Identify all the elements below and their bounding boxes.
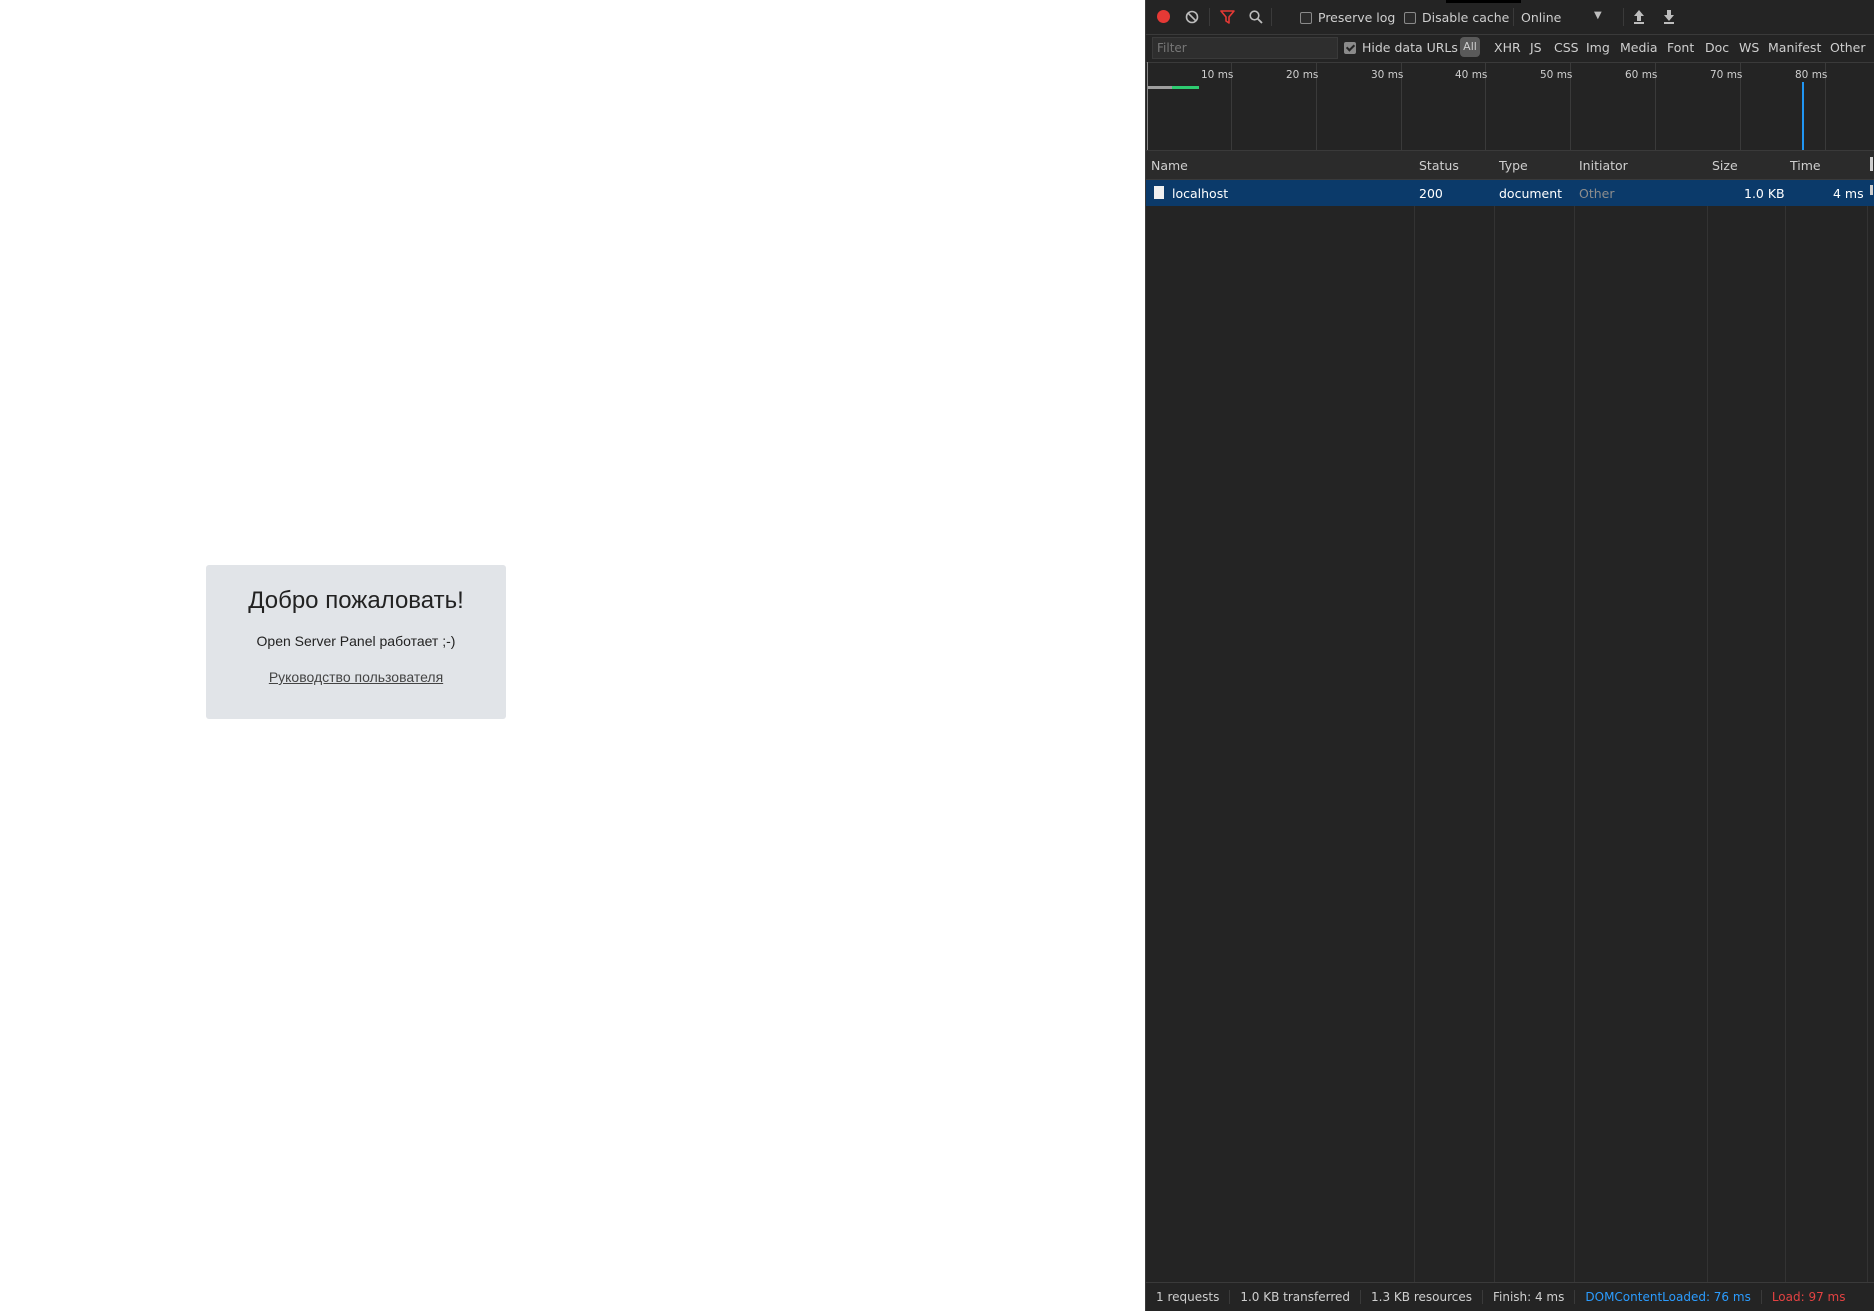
timeline-tick-label: 10 ms <box>1201 69 1234 81</box>
upload-icon <box>1634 10 1644 24</box>
timeline-tick-label: 20 ms <box>1286 69 1319 81</box>
import-har-button[interactable] <box>1632 9 1646 24</box>
dom-content-loaded-marker <box>1802 82 1804 150</box>
requests-table: Name Status Type Initiator Size Time loc… <box>1146 151 1874 1283</box>
checkbox-box <box>1300 11 1312 24</box>
table-row[interactable]: localhost 200 document Other 1.0 KB 4 ms <box>1146 180 1874 206</box>
divider <box>1513 8 1514 26</box>
welcome-text: Open Server Panel работает ;-) <box>256 633 456 649</box>
devtools-network-panel: Preserve log Disable cache Online ▼ Hide… <box>1145 0 1874 1311</box>
preserve-log-label: Preserve log <box>1318 10 1396 25</box>
divider <box>1623 8 1624 26</box>
type-filter-css[interactable]: CSS <box>1554 40 1579 55</box>
summary-load: Load: 97 ms <box>1771 1290 1846 1304</box>
type-filter-img[interactable]: Img <box>1586 40 1610 55</box>
export-har-button[interactable] <box>1662 9 1676 24</box>
clear-button[interactable] <box>1185 10 1199 24</box>
request-waiting-bar <box>1148 86 1172 89</box>
throttling-value: Online <box>1521 10 1562 25</box>
summary-dom-content-loaded: DOMContentLoaded: 76 ms <box>1575 1290 1762 1304</box>
welcome-title: Добро пожаловать! <box>248 587 464 614</box>
download-icon <box>1664 10 1674 24</box>
request-name: localhost <box>1172 186 1229 201</box>
network-summary-bar: 1 requests 1.0 KB transferred 1.3 KB res… <box>1146 1282 1874 1311</box>
divider <box>1209 8 1210 26</box>
drag-handle[interactable] <box>1446 0 1521 3</box>
user-guide-link[interactable]: Руководство пользователя <box>269 669 443 685</box>
page-viewport: Добро пожаловать! Open Server Panel рабо… <box>0 0 1145 1311</box>
request-time: 4 ms <box>1833 186 1864 201</box>
column-divider <box>1574 151 1575 1283</box>
type-filter-ws[interactable]: WS <box>1739 40 1759 55</box>
timeline-tick-label: 50 ms <box>1540 69 1573 81</box>
request-initiator: Other <box>1579 186 1615 201</box>
type-filter-other[interactable]: Other <box>1830 40 1866 55</box>
column-header-status[interactable]: Status <box>1419 158 1459 173</box>
type-filter-font[interactable]: Font <box>1667 40 1694 55</box>
chevron-down-icon: ▼ <box>1594 10 1602 21</box>
column-header-initiator[interactable]: Initiator <box>1579 158 1628 173</box>
summary-finish: Finish: 4 ms <box>1483 1290 1576 1304</box>
filter-toggle-button[interactable] <box>1220 10 1235 24</box>
disable-cache-label: Disable cache <box>1422 10 1510 25</box>
checkbox-box <box>1404 11 1416 24</box>
table-header: Name Status Type Initiator Size Time <box>1146 151 1874 180</box>
record-icon <box>1157 10 1170 23</box>
timeline-overview[interactable]: 10 ms 20 ms 30 ms 40 ms 50 ms 60 ms 70 m… <box>1146 62 1874 151</box>
record-button[interactable] <box>1157 10 1170 23</box>
column-divider <box>1785 151 1786 1283</box>
column-header-waterfall[interactable] <box>1870 157 1873 171</box>
type-filter-xhr[interactable]: XHR <box>1494 40 1521 55</box>
document-icon <box>1154 186 1164 199</box>
type-filter-all[interactable]: All <box>1460 37 1480 57</box>
request-status: 200 <box>1419 186 1443 201</box>
type-filter-doc[interactable]: Doc <box>1705 40 1729 55</box>
type-filter-manifest[interactable]: Manifest <box>1768 40 1821 55</box>
hide-data-urls-label: Hide data URLs <box>1362 40 1458 55</box>
timeline-tick-label: 40 ms <box>1455 69 1488 81</box>
search-button[interactable] <box>1249 10 1263 24</box>
clear-icon <box>1185 10 1199 24</box>
column-divider <box>1414 151 1415 1283</box>
filter-icon <box>1220 10 1235 24</box>
timeline-tick-label: 80 ms <box>1795 69 1828 81</box>
preserve-log-checkbox[interactable]: Preserve log <box>1300 10 1395 25</box>
waterfall-bar <box>1870 185 1873 195</box>
checkbox-box <box>1344 41 1356 54</box>
network-toolbar: Preserve log Disable cache Online ▼ <box>1146 0 1874 35</box>
disable-cache-checkbox[interactable]: Disable cache <box>1404 10 1509 25</box>
filter-input[interactable] <box>1152 37 1338 59</box>
column-divider <box>1707 151 1708 1283</box>
request-type: document <box>1499 186 1563 201</box>
search-icon <box>1249 10 1263 24</box>
type-filter-js[interactable]: JS <box>1530 40 1542 55</box>
welcome-panel: Добро пожаловать! Open Server Panel рабо… <box>206 565 506 719</box>
hide-data-urls-checkbox[interactable]: Hide data URLs <box>1344 40 1458 55</box>
throttling-select[interactable]: Online ▼ <box>1521 10 1621 25</box>
column-divider <box>1494 151 1495 1283</box>
summary-resources: 1.3 KB resources <box>1361 1290 1483 1304</box>
column-divider <box>1867 151 1868 1283</box>
divider <box>1271 8 1272 26</box>
column-header-name[interactable]: Name <box>1151 158 1188 173</box>
timeline-tick-label: 30 ms <box>1371 69 1404 81</box>
column-header-time[interactable]: Time <box>1790 158 1821 173</box>
timeline-tick-label: 60 ms <box>1625 69 1658 81</box>
timeline-tick-label: 70 ms <box>1710 69 1743 81</box>
summary-requests: 1 requests <box>1146 1290 1231 1304</box>
column-header-type[interactable]: Type <box>1499 158 1528 173</box>
column-header-size[interactable]: Size <box>1712 158 1738 173</box>
overview-start-marker <box>1147 62 1148 150</box>
request-download-bar <box>1172 86 1199 89</box>
request-size: 1.0 KB <box>1744 186 1785 201</box>
summary-transferred: 1.0 KB transferred <box>1230 1290 1361 1304</box>
type-filter-media[interactable]: Media <box>1620 40 1658 55</box>
